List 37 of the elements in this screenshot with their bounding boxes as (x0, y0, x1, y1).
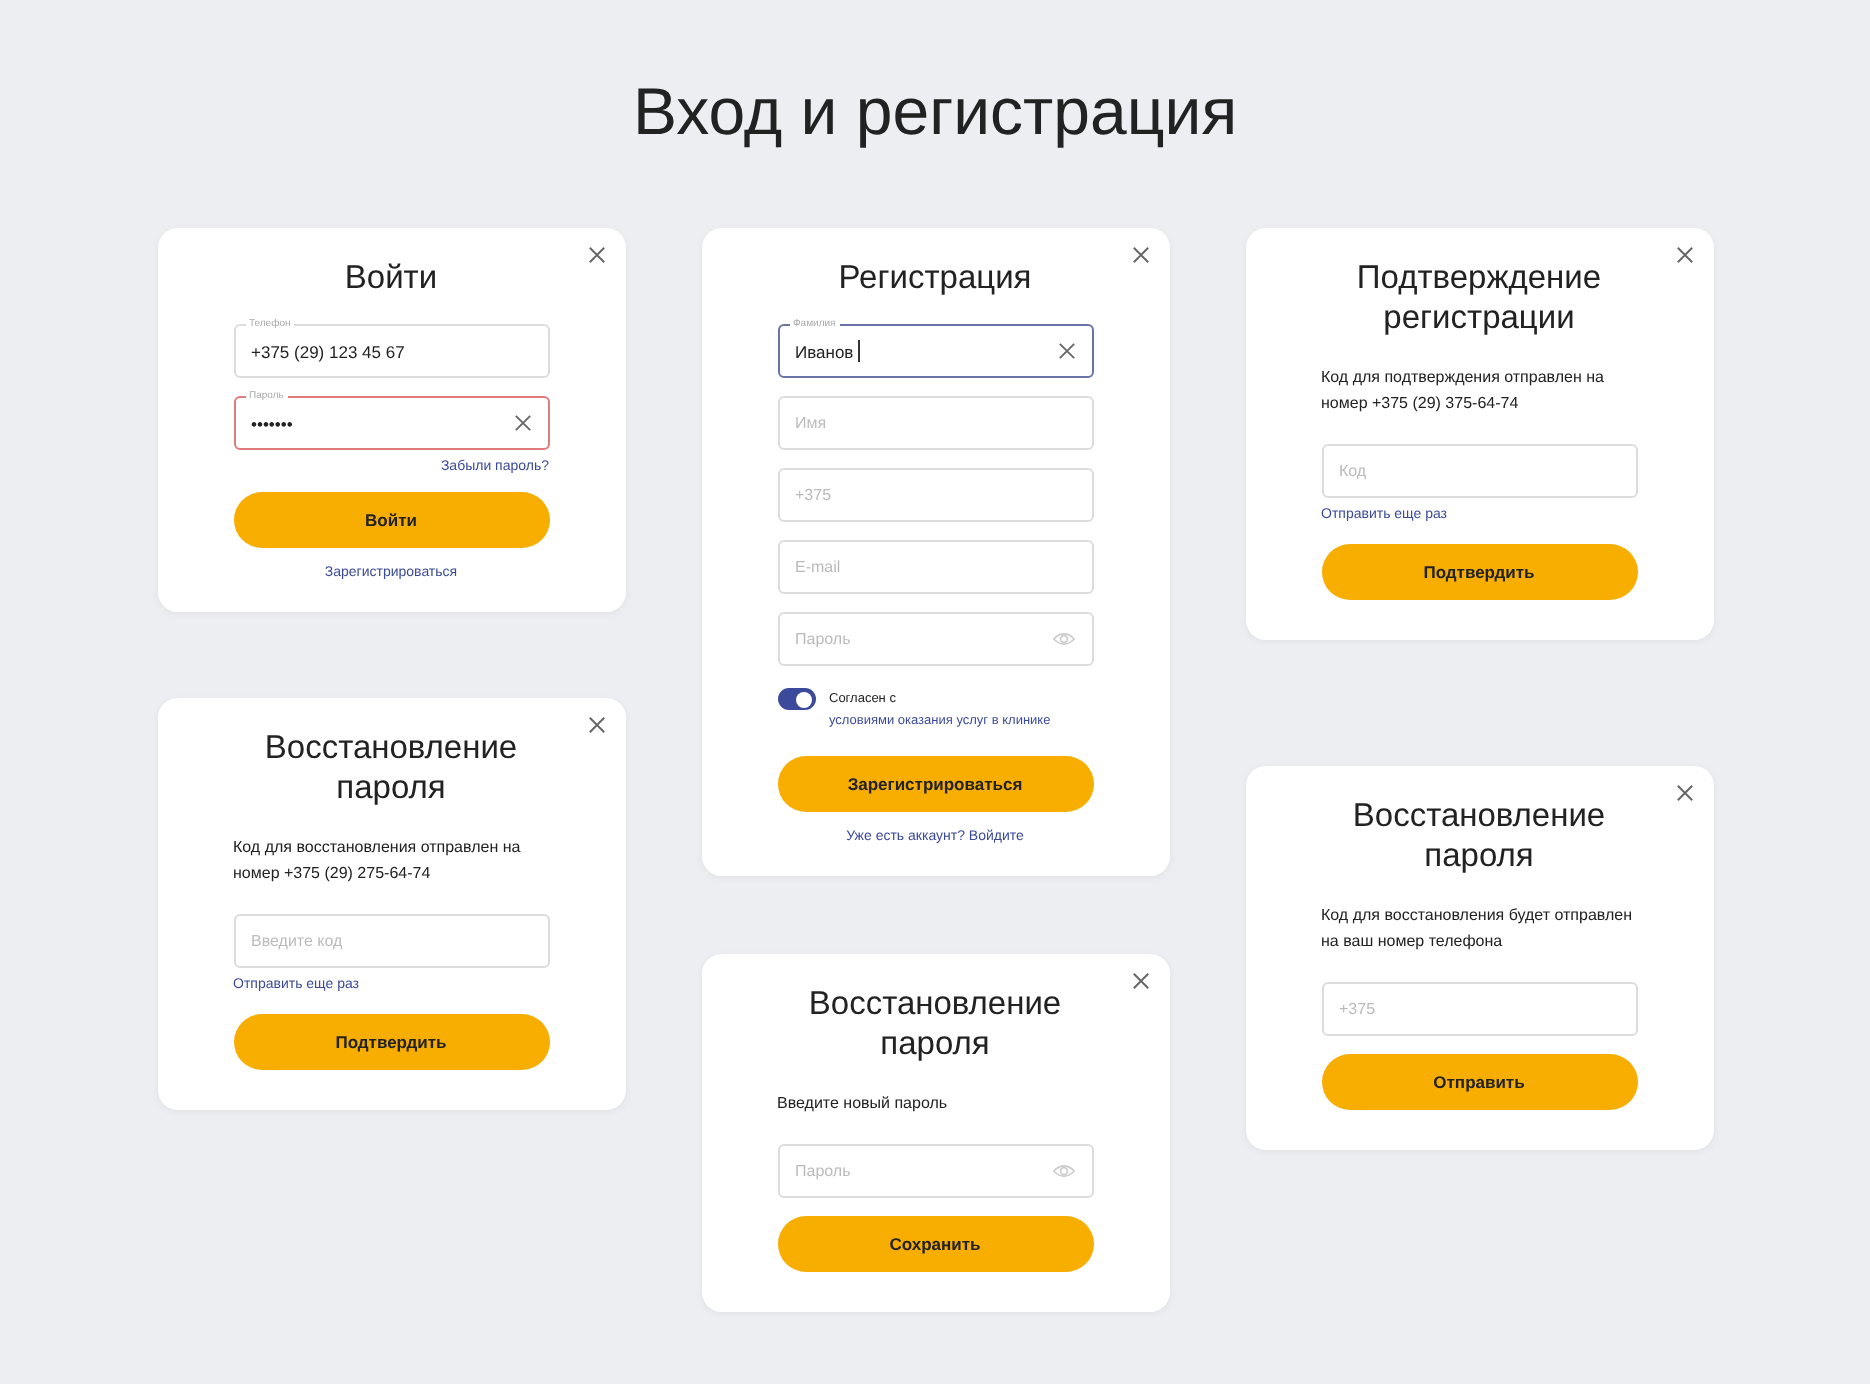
dialog-title: Подтверждение регистрации (1354, 258, 1604, 338)
close-icon[interactable] (1131, 972, 1149, 990)
clear-icon[interactable] (513, 414, 531, 432)
page-title: Вход и регистрация (630, 72, 1240, 152)
close-icon[interactable] (1675, 784, 1693, 802)
field-value: Иванов (795, 340, 1057, 362)
dialog-message: Код для восстановления отправлен на номер +375 (29) 275-64-74 (233, 836, 523, 886)
dialog-message: Код для восстановления будет отправлен на ваш номер телефона (1321, 904, 1634, 954)
submit-button[interactable]: Подтвердить (233, 1014, 549, 1070)
dialog-title: Регистрация (836, 258, 1034, 298)
field-placeholder: Пароль (795, 1162, 853, 1180)
field-placeholder: Пароль (795, 630, 853, 648)
submit-button[interactable]: Подтвердить (1321, 544, 1637, 600)
dialog-title: Восстановление пароля (262, 728, 520, 808)
clear-icon[interactable] (1057, 342, 1075, 360)
close-icon[interactable] (587, 246, 605, 264)
dialog-title: Восстановление пароля (1350, 796, 1608, 876)
field-placeholder: Введите код (251, 932, 345, 950)
close-icon[interactable] (1131, 246, 1149, 264)
field-placeholder: +375 (1339, 1000, 1378, 1018)
field-placeholder: +375 (795, 486, 834, 504)
close-icon[interactable] (587, 716, 605, 734)
submit-button[interactable]: Зарегистрироваться (777, 756, 1093, 812)
field-placeholder: Имя (795, 414, 829, 432)
field-value: ••••••• (251, 413, 295, 433)
submit-button[interactable]: Войти (233, 492, 549, 548)
toggle-switch[interactable] (777, 688, 815, 710)
dialog-title: Войти (342, 258, 440, 298)
field-value: +375 (29) 123 45 67 (251, 341, 407, 361)
close-icon[interactable] (1675, 246, 1693, 264)
dialog-message: Код для подтверждения отправлен на номер +375 (29) 375-64-74 (1321, 366, 1606, 416)
field-placeholder: Код (1339, 462, 1369, 480)
submit-button[interactable]: Сохранить (777, 1216, 1093, 1272)
submit-button[interactable]: Отправить (1321, 1054, 1637, 1110)
dialog-message: Введите новый пароль (777, 1092, 950, 1116)
field-placeholder: E-mail (795, 558, 843, 576)
dialog-title: Восстановление пароля (806, 984, 1064, 1064)
